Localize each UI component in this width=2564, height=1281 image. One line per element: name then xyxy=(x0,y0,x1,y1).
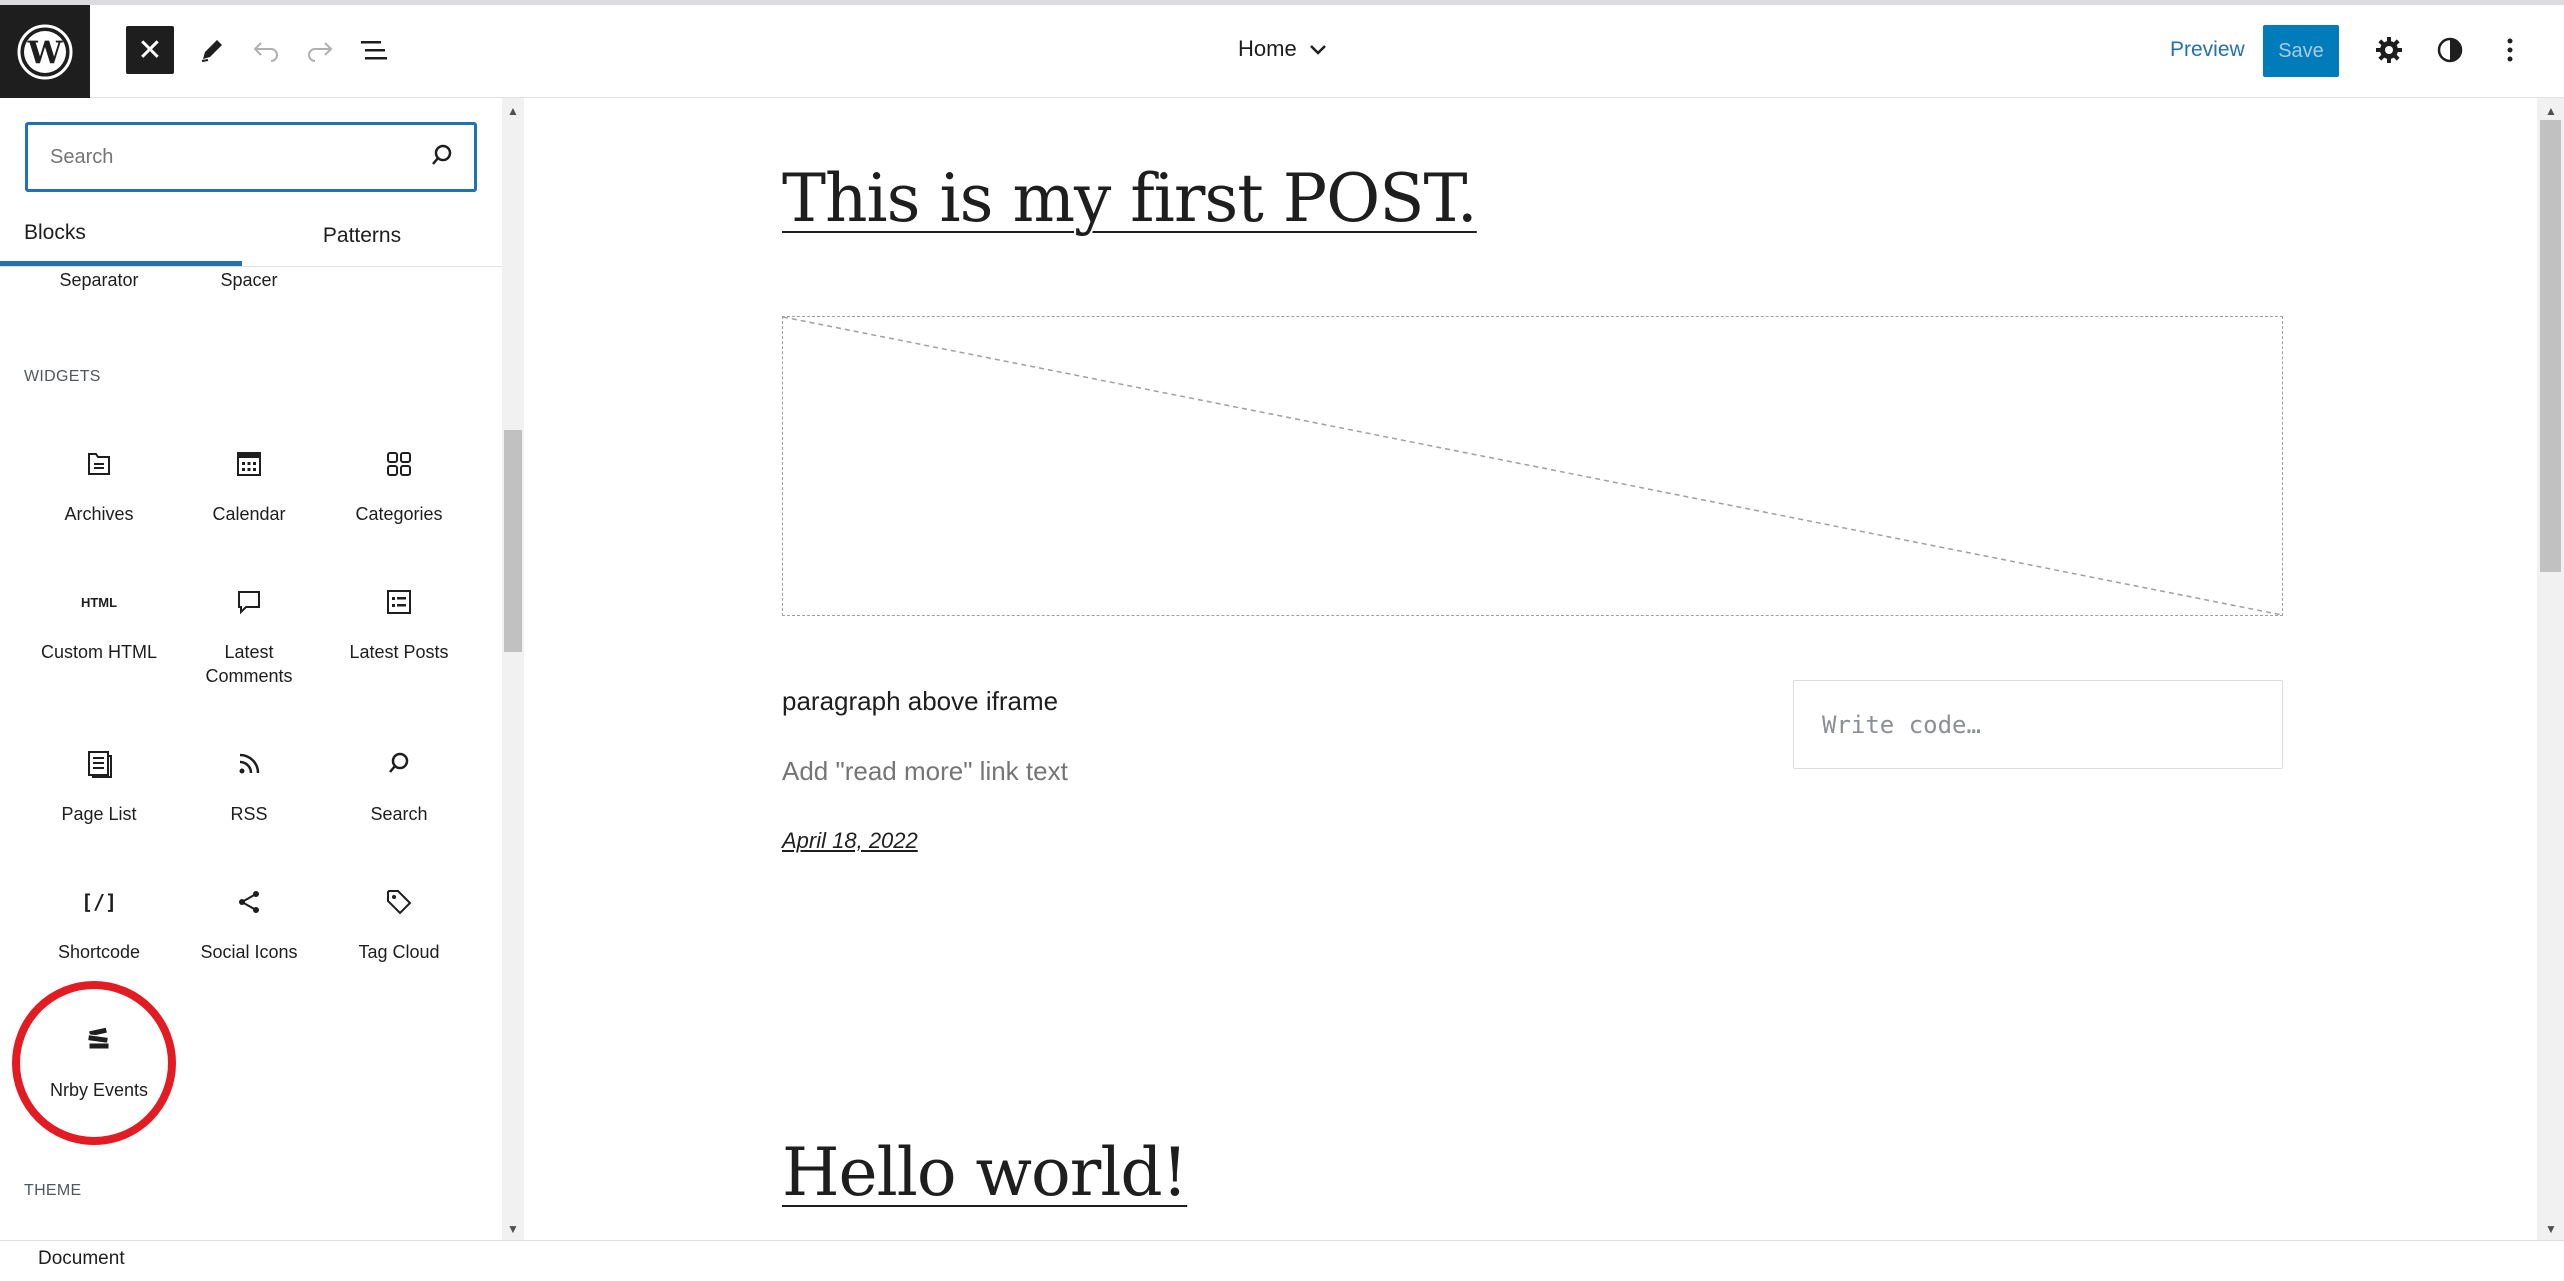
block-item-archives[interactable]: Archives xyxy=(24,444,174,526)
redo-icon[interactable] xyxy=(300,30,340,70)
rss-icon xyxy=(234,744,264,784)
block-label: Latest Comments xyxy=(205,642,293,686)
styles-contrast-icon[interactable] xyxy=(2430,30,2470,70)
paragraph-block[interactable]: paragraph above iframe xyxy=(782,686,1058,717)
settings-gear-icon[interactable] xyxy=(2369,30,2409,70)
preview-button[interactable]: Preview xyxy=(2160,24,2255,76)
edit-pencil-icon[interactable] xyxy=(192,30,232,70)
scroll-down-arrow-icon[interactable]: ▼ xyxy=(2540,1218,2562,1240)
block-item-separator[interactable]: Separator xyxy=(24,270,174,291)
post-date[interactable]: April 18, 2022 xyxy=(782,828,918,854)
wordpress-logo-icon[interactable]: W xyxy=(0,5,90,98)
tab-patterns[interactable]: Patterns xyxy=(242,205,482,266)
share-icon xyxy=(234,882,264,922)
page-list-icon xyxy=(84,744,114,784)
html-glyph: HTML xyxy=(80,594,118,610)
close-inserter-button[interactable]: ✕ xyxy=(126,26,174,74)
block-item-rss[interactable]: RSS xyxy=(174,744,324,826)
editor-canvas xyxy=(525,98,2537,1240)
block-label: Custom HTML xyxy=(40,642,157,662)
block-label: Page List xyxy=(61,804,137,824)
theme-section-title: THEME xyxy=(24,1182,82,1199)
save-button[interactable]: Save xyxy=(2263,25,2339,77)
shortcode-icon: [/] xyxy=(81,882,117,922)
inserter-tabs: Blocks Patterns xyxy=(0,205,502,267)
scroll-down-arrow-icon[interactable]: ▼ xyxy=(502,1218,524,1240)
block-item-page-list[interactable]: Page List xyxy=(24,744,174,826)
block-item-spacer[interactable]: Spacer xyxy=(174,270,324,291)
block-label: RSS xyxy=(230,804,268,824)
block-label: Archives xyxy=(64,504,134,524)
undo-icon[interactable] xyxy=(246,30,286,70)
read-more-link-input[interactable]: Add "read more" link text xyxy=(782,756,1068,787)
categories-icon xyxy=(384,444,414,484)
document-title: Home xyxy=(1238,36,1297,61)
block-item-search[interactable]: Search xyxy=(324,744,474,826)
tab-blocks[interactable]: Blocks xyxy=(0,205,242,266)
tag-icon xyxy=(384,882,414,922)
iframe-placeholder[interactable] xyxy=(782,316,2283,616)
post-title-heading[interactable]: This is my first POST. xyxy=(782,160,1478,237)
block-item-latest-posts[interactable]: Latest Posts xyxy=(324,582,474,664)
document-title-dropdown[interactable]: Home xyxy=(1238,36,1327,62)
calendar-icon xyxy=(234,444,264,484)
breadcrumb-document[interactable]: Document xyxy=(38,1248,125,1270)
block-label: Latest Posts xyxy=(349,642,449,662)
options-more-icon[interactable] xyxy=(2490,30,2530,70)
block-search-input[interactable] xyxy=(48,144,430,170)
post-title-heading[interactable]: Hello world! xyxy=(782,1134,1188,1211)
block-label: Search xyxy=(370,804,428,824)
search-icon xyxy=(384,744,414,784)
inserter-scrollbar[interactable] xyxy=(502,98,524,1240)
block-breadcrumb-bar xyxy=(0,1240,2564,1281)
block-label: Social Icons xyxy=(200,942,298,962)
block-search-field[interactable] xyxy=(25,122,477,192)
svg-text:W: W xyxy=(27,35,64,71)
block-label: Shortcode xyxy=(57,942,141,962)
list-view-icon[interactable] xyxy=(354,30,394,70)
scroll-up-arrow-icon[interactable]: ▲ xyxy=(2540,100,2562,122)
canvas-scrollbar-thumb[interactable] xyxy=(2540,120,2561,572)
search-icon xyxy=(430,143,454,172)
block-label: Categories xyxy=(355,504,443,524)
html-icon: HTML xyxy=(81,582,117,622)
block-item-latest-comments[interactable]: Latest Comments xyxy=(174,582,324,688)
code-block-input[interactable]: Write code… xyxy=(1793,680,2283,769)
block-label: Calendar xyxy=(212,504,286,524)
block-item-shortcode[interactable]: [/] Shortcode xyxy=(24,882,174,964)
block-item-custom-html[interactable]: HTML Custom HTML xyxy=(24,582,174,664)
block-item-categories[interactable]: Categories xyxy=(324,444,474,526)
block-label: Tag Cloud xyxy=(358,942,440,962)
highlight-circle-annotation xyxy=(12,981,176,1145)
shortcode-glyph: [/] xyxy=(80,890,118,914)
comment-icon xyxy=(234,582,264,622)
block-item-calendar[interactable]: Calendar xyxy=(174,444,324,526)
archive-icon xyxy=(84,444,114,484)
block-item-tag-cloud[interactable]: Tag Cloud xyxy=(324,882,474,964)
scroll-up-arrow-icon[interactable]: ▲ xyxy=(502,100,524,122)
inserter-scrollbar-thumb[interactable] xyxy=(504,430,522,652)
chevron-down-icon xyxy=(1309,36,1327,62)
block-item-social-icons[interactable]: Social Icons xyxy=(174,882,324,964)
widgets-section-title: WIDGETS xyxy=(24,368,101,385)
list-icon xyxy=(384,582,414,622)
